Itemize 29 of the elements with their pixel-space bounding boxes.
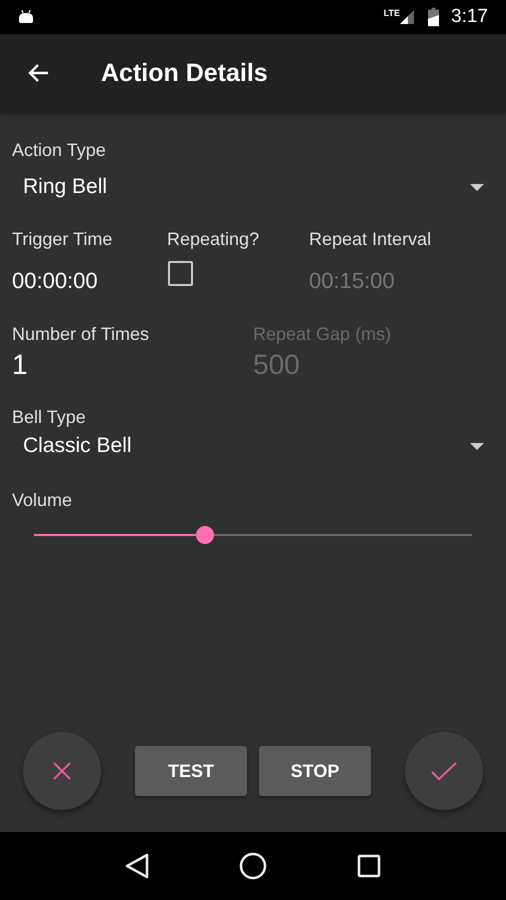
- recents-icon[interactable]: [357, 854, 381, 878]
- number-field[interactable]: 1: [12, 349, 253, 381]
- field-label: Trigger Time: [12, 229, 114, 250]
- field-label: Number of Times: [12, 324, 150, 345]
- home-icon[interactable]: [239, 852, 267, 880]
- field-label: Bell Type: [12, 407, 87, 428]
- signal-icon: [400, 9, 414, 25]
- close-icon: [52, 761, 72, 781]
- screen-title: Action Details: [101, 58, 268, 88]
- test-button[interactable]: TEST: [135, 746, 247, 796]
- back-icon[interactable]: [125, 853, 149, 879]
- checkmark-icon: [431, 761, 457, 781]
- field-label: Repeat Gap (ms): [253, 324, 392, 345]
- field-label: Repeat Interval: [309, 229, 432, 250]
- battery-icon: [428, 7, 440, 27]
- bell-type-dropdown[interactable]: Classic Bell: [12, 434, 494, 458]
- network-label: LTE: [384, 8, 400, 18]
- slider-thumb[interactable]: [196, 526, 214, 544]
- clock-time: 3:17: [451, 6, 488, 28]
- dropdown-caret-icon: [470, 442, 484, 450]
- android-icon: [18, 10, 34, 24]
- action-type-dropdown[interactable]: Ring Bell: [12, 175, 494, 199]
- time-field[interactable]: 00:00:00: [12, 268, 167, 294]
- field-label: Volume: [12, 490, 74, 511]
- field-label: Action Type: [12, 140, 107, 161]
- dropdown-caret-icon: [470, 184, 484, 190]
- field-label: Repeating?: [167, 229, 260, 250]
- stop-button[interactable]: STOP: [259, 746, 371, 796]
- checkbox[interactable]: [168, 261, 193, 286]
